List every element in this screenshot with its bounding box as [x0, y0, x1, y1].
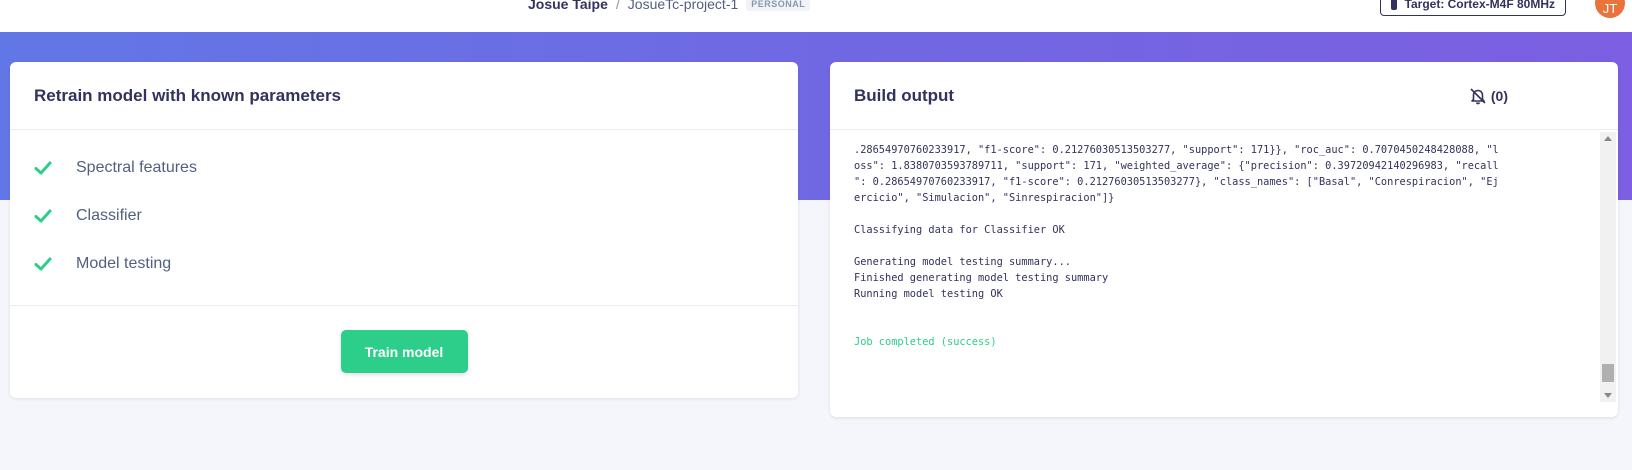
log-scrollbar[interactable] — [1600, 132, 1616, 402]
retrain-card-header: Retrain model with known parameters — [10, 62, 798, 130]
notification-toggle[interactable]: (0) — [1469, 87, 1508, 105]
target-device-button[interactable]: Target: Cortex-M4F 80MHz — [1380, 0, 1566, 16]
train-model-button[interactable]: Train model — [340, 330, 468, 373]
step-classifier: Classifier — [34, 192, 798, 240]
log-line: .28654970760233917, "f1-score": 0.212760… — [854, 144, 1499, 156]
avatar[interactable]: JT — [1595, 0, 1625, 18]
log-line: ​ — [854, 238, 1602, 254]
log-line: ": 0.28654970760233917, "f1-score": 0.21… — [854, 176, 1499, 188]
step-label: Classifier — [76, 207, 142, 224]
bell-off-icon — [1470, 88, 1486, 105]
build-log: .28654970760233917, "f1-score": 0.212760… — [854, 142, 1602, 412]
scroll-up-arrow-icon[interactable] — [1604, 136, 1612, 141]
log-line: Classifying data for Classifier OK — [854, 224, 1065, 236]
step-label: Model testing — [76, 255, 172, 272]
job-success-line: Job completed (success) — [854, 336, 997, 348]
log-line: ​ — [854, 302, 1602, 318]
breadcrumb: Josue Taipe / JosueTc-project-1 PERSONAL — [528, 0, 811, 14]
check-icon — [34, 257, 52, 271]
top-navigation-bar: Josue Taipe / JosueTc-project-1 PERSONAL… — [0, 0, 1632, 32]
scroll-down-arrow-icon[interactable] — [1604, 393, 1612, 398]
scroll-thumb[interactable] — [1602, 364, 1614, 382]
step-label: Spectral features — [76, 159, 197, 176]
log-line: Generating model testing summary... — [854, 256, 1071, 268]
breadcrumb-separator: / — [615, 0, 620, 12]
retrain-step-list: Spectral features Classifier Model testi… — [10, 130, 798, 306]
target-device-label: Target: Cortex-M4F 80MHz — [1404, 0, 1555, 11]
step-model-testing: Model testing — [34, 240, 798, 288]
project-type-badge: PERSONAL — [746, 0, 811, 11]
retrain-card-title: Retrain model with known parameters — [34, 85, 342, 105]
log-line: Finished generating model testing summar… — [854, 272, 1109, 284]
retrain-model-card: Retrain model with known parameters Spec… — [10, 62, 798, 398]
check-icon — [34, 161, 52, 175]
log-line: oss": 1.8380703593789711, "support": 171… — [854, 160, 1499, 172]
check-icon — [34, 209, 52, 223]
log-line: ercicio", "Simulacion", "Sinrespiracion"… — [854, 192, 1115, 204]
chip-icon — [1391, 0, 1397, 10]
train-button-container: Train model — [10, 306, 798, 373]
build-output-card: Build output (0) .28654970760233917, "f1… — [830, 62, 1618, 417]
log-line: ​ — [854, 206, 1602, 222]
step-spectral-features: Spectral features — [34, 144, 798, 192]
log-line: ​ — [854, 318, 1602, 334]
log-line: Running model testing OK — [854, 288, 1003, 300]
build-output-title: Build output — [854, 85, 955, 105]
breadcrumb-user[interactable]: Josue Taipe — [528, 0, 608, 12]
notification-count: (0) — [1490, 88, 1508, 104]
breadcrumb-project[interactable]: JosueTc-project-1 — [628, 0, 739, 12]
